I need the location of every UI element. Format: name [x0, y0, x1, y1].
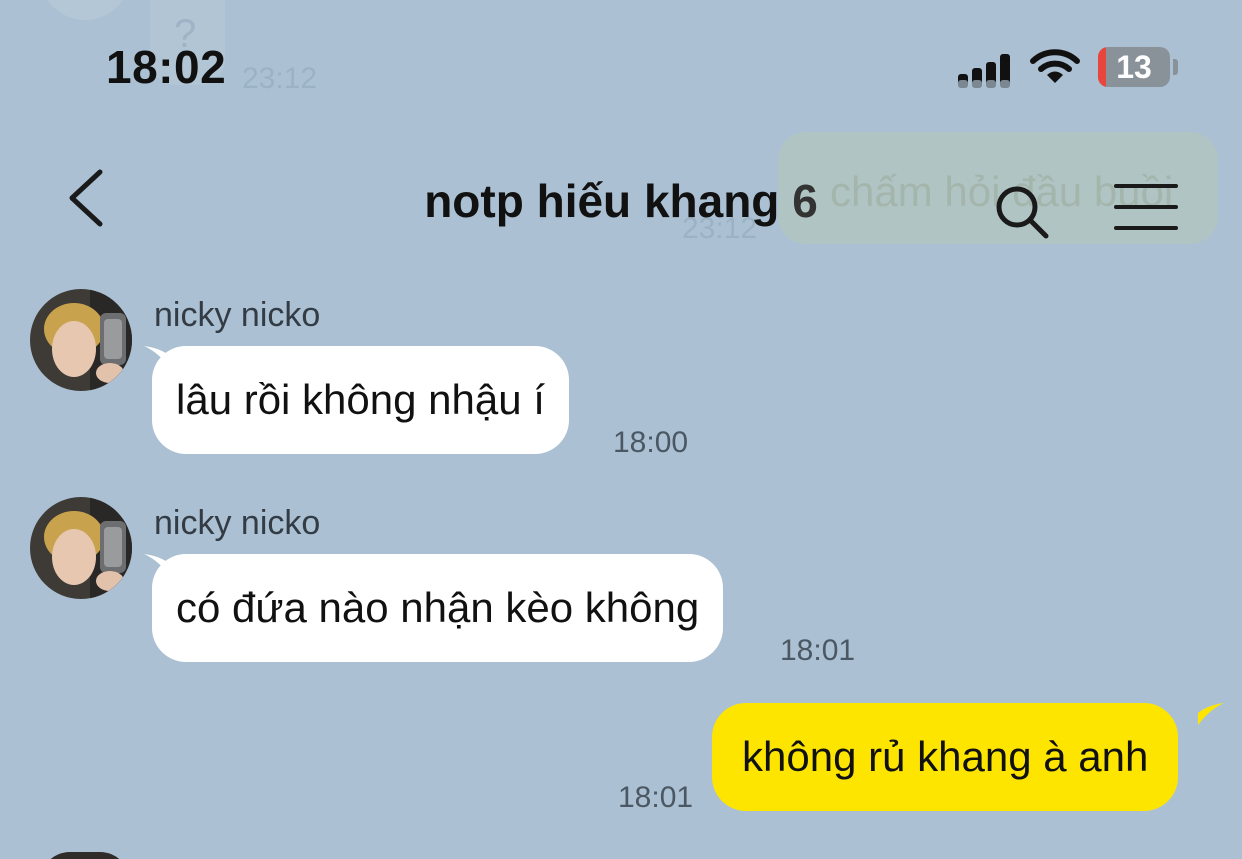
hamburger-menu-icon[interactable] [1114, 184, 1178, 232]
avatar[interactable] [30, 497, 132, 599]
sender-name: nicky nicko [154, 296, 321, 334]
wifi-icon [1030, 49, 1080, 83]
battery-icon: 13 [1098, 47, 1170, 87]
sender-name: nicky nicko [154, 504, 321, 542]
message-bubble-outgoing[interactable]: không rủ khang à anh [712, 703, 1179, 811]
avatar-partial [40, 852, 130, 859]
chat-screen: ? 23:12 chấm hỏi đầu buồi 23:12 18:02 13… [0, 0, 1242, 859]
message-time: 18:00 [613, 426, 689, 459]
chat-title: notp hiếu khang 6 [0, 174, 1242, 228]
ghost-time-top: 23:12 [242, 62, 318, 95]
status-time: 18:02 [106, 41, 227, 93]
member-count: 6 [792, 175, 818, 227]
message-bubble[interactable]: lâu rồi không nhậu í [152, 346, 569, 454]
avatar[interactable] [30, 289, 132, 391]
battery-level: 13 [1116, 49, 1152, 85]
search-icon[interactable] [990, 180, 1054, 244]
bubble-tail-outgoing [1198, 703, 1224, 725]
ghost-avatar [40, 0, 130, 20]
message-time: 18:01 [780, 634, 856, 667]
chat-title-name: notp hiếu khang [424, 175, 780, 227]
message-time: 18:01 [618, 781, 694, 814]
message-bubble[interactable]: có đứa nào nhận kèo không [152, 554, 724, 662]
cellular-signal-secondary-icon [958, 76, 1012, 88]
battery-nub [1173, 59, 1178, 75]
